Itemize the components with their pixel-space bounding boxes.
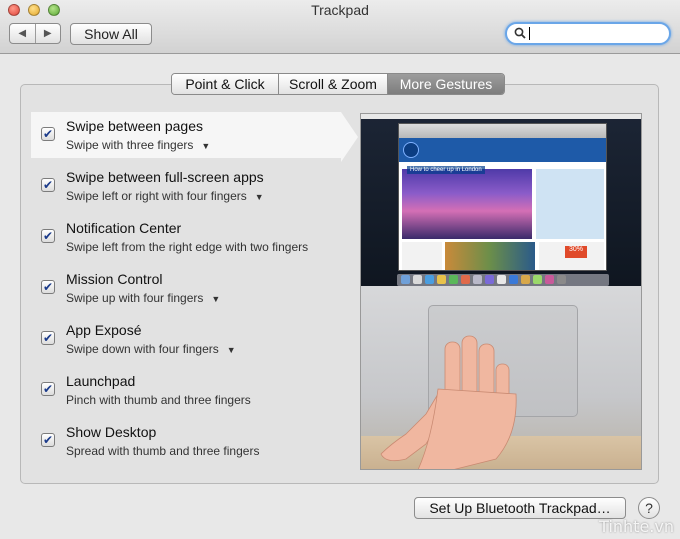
dropdown-arrow-icon: ▼ (201, 141, 211, 151)
dock-app-icon (557, 275, 566, 284)
gesture-title: Launchpad (66, 373, 136, 389)
preview-screen: How to cheer up in London 30% (361, 114, 641, 286)
gesture-row-mission-control[interactable]: ✔ Mission Control Swipe up with four fin… (31, 265, 341, 311)
gesture-dropdown[interactable]: Swipe left or right with four fingers ▼ (66, 189, 264, 203)
site-article-block (402, 242, 442, 270)
sale-badge: 30% (565, 246, 587, 258)
selection-arrow (341, 112, 358, 162)
preview-laptop-body (361, 286, 641, 469)
gesture-row-show-desktop[interactable]: ✔ Show Desktop Spread with thumb and thr… (31, 418, 341, 464)
dock-app-icon (509, 275, 518, 284)
gesture-row-swipe-between-pages[interactable]: ✔ Swipe between pages Swipe with three f… (31, 112, 358, 162)
checkbox-swipe-between-pages[interactable]: ✔ (41, 127, 55, 141)
forward-arrow-icon: ▶ (43, 28, 52, 39)
checkbox-swipe-full-screen-apps[interactable]: ✔ (41, 178, 55, 192)
checkbox-show-desktop[interactable]: ✔ (41, 433, 55, 447)
dock-app-icon (485, 275, 494, 284)
site-logo-icon (403, 142, 419, 158)
dock-app-icon (497, 275, 506, 284)
forward-button[interactable]: ▶ (34, 24, 61, 43)
checkbox-launchpad[interactable]: ✔ (41, 382, 55, 396)
gesture-title: Swipe between pages (66, 118, 203, 134)
gesture-title: Mission Control (66, 271, 163, 287)
dock-app-icon (401, 275, 410, 284)
dock-app-icon (521, 275, 530, 284)
dock-app-icon (533, 275, 542, 284)
dock-app-icon (413, 275, 422, 284)
back-button[interactable]: ◀ (10, 24, 35, 43)
gesture-title: App Exposé (66, 322, 142, 338)
dock-app-icon (545, 275, 554, 284)
site-hero-image (402, 169, 532, 239)
tab-scroll-and-zoom[interactable]: Scroll & Zoom (278, 74, 387, 94)
dock-app-icon (461, 275, 470, 284)
setup-bluetooth-trackpad-button[interactable]: Set Up Bluetooth Trackpad… (414, 497, 626, 519)
gesture-row-swipe-full-screen-apps[interactable]: ✔ Swipe between full-screen apps Swipe l… (31, 163, 341, 209)
gesture-preview-video: How to cheer up in London 30% (360, 113, 642, 470)
checkbox-notification-center[interactable]: ✔ (41, 229, 55, 243)
search-icon (514, 27, 526, 39)
tab-point-and-click[interactable]: Point & Click (172, 74, 278, 94)
tab-more-gestures[interactable]: More Gestures (387, 74, 504, 94)
checkbox-mission-control[interactable]: ✔ (41, 280, 55, 294)
window-title: Trackpad (311, 2, 369, 18)
hand-icon (380, 335, 517, 469)
gesture-title: Show Desktop (66, 424, 157, 440)
browser-site-header (399, 138, 606, 162)
gesture-subtitle: Pinch with thumb and three fingers (66, 393, 251, 407)
gesture-subtitle: Swipe down with four fingers (66, 342, 219, 356)
dropdown-arrow-icon: ▼ (254, 192, 264, 202)
site-photo-strip (445, 242, 535, 270)
checkbox-app-expose[interactable]: ✔ (41, 331, 55, 345)
gesture-dropdown[interactable]: Swipe down with four fingers ▼ (66, 342, 236, 356)
gesture-title: Notification Center (66, 220, 182, 236)
preview-dock (397, 274, 609, 286)
search-input[interactable] (527, 25, 667, 42)
gesture-subtitle: Swipe up with four fingers (66, 291, 204, 305)
dock-app-icon (437, 275, 446, 284)
preview-menubar (361, 114, 641, 119)
browser-toolbar (399, 124, 606, 138)
gesture-title: Swipe between full-screen apps (66, 169, 264, 185)
text-caret (529, 27, 530, 40)
search-field[interactable] (505, 22, 671, 45)
gesture-dropdown[interactable]: Swipe up with four fingers ▼ (66, 291, 220, 305)
dropdown-arrow-icon: ▼ (226, 345, 236, 355)
site-world-map (536, 169, 604, 239)
gesture-row-app-expose[interactable]: ✔ App Exposé Swipe down with four finger… (31, 316, 341, 362)
title-bar: Trackpad ◀ ▶ Show All (0, 0, 680, 54)
dock-app-icon (449, 275, 458, 284)
preview-browser-window: How to cheer up in London 30% (398, 123, 607, 271)
dock-app-icon (425, 275, 434, 284)
dropdown-arrow-icon: ▼ (211, 294, 221, 304)
tab-bar: Point & Click Scroll & Zoom More Gesture… (171, 73, 505, 95)
gesture-row-launchpad[interactable]: ✔ Launchpad Pinch with thumb and three f… (31, 367, 341, 413)
gesture-subtitle: Swipe with three fingers (66, 138, 194, 152)
nav-buttons: ◀ ▶ (9, 23, 61, 44)
gesture-subtitle: Spread with thumb and three fingers (66, 444, 260, 458)
back-arrow-icon: ◀ (18, 28, 27, 39)
show-all-button[interactable]: Show All (70, 23, 152, 45)
dock-app-icon (473, 275, 482, 284)
gesture-subtitle: Swipe left or right with four fingers (66, 189, 247, 203)
hero-caption: How to cheer up in London (407, 166, 485, 174)
gesture-dropdown[interactable]: Swipe with three fingers ▼ (66, 138, 210, 152)
watermark: Tinhte.vn (599, 517, 674, 536)
gesture-row-notification-center[interactable]: ✔ Notification Center Swipe left from th… (31, 214, 341, 260)
help-button[interactable]: ? (638, 497, 660, 519)
gesture-subtitle: Swipe left from the right edge with two … (66, 240, 309, 254)
